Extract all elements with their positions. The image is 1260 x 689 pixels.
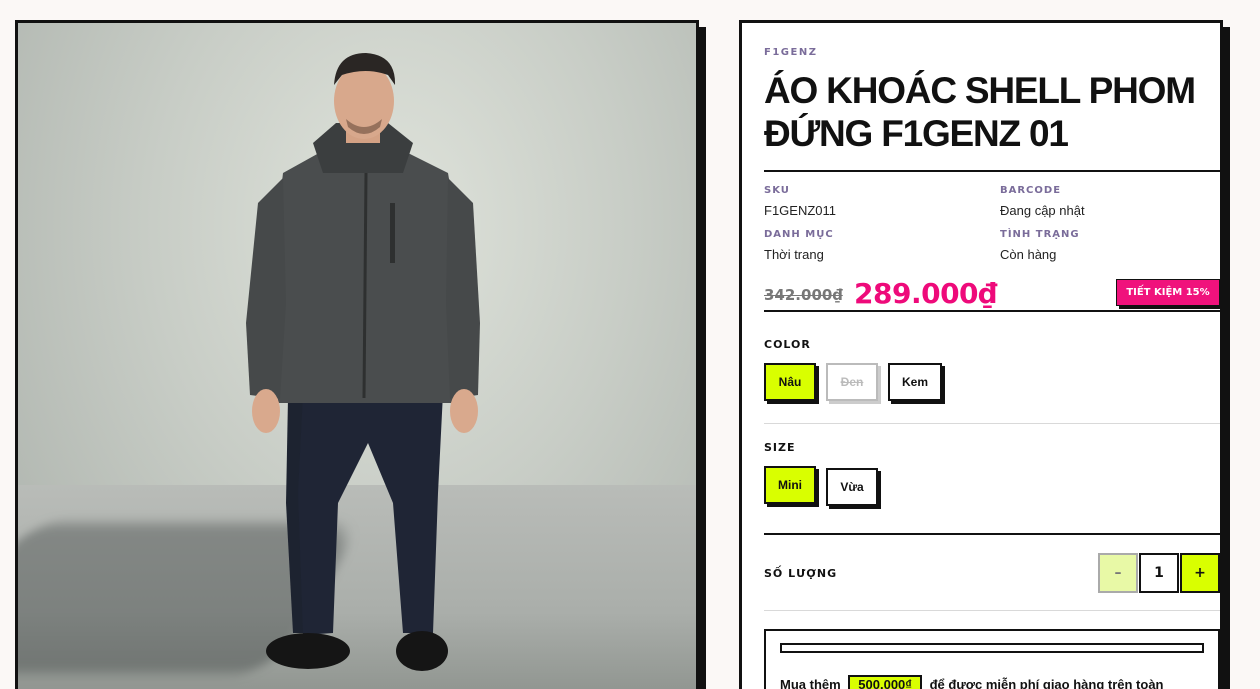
quantity-divider [764,610,1220,611]
title-divider [764,170,1220,172]
current-price: 289.000₫ [854,277,998,310]
sku-label: SKU [764,185,790,196]
quantity-decrease-button[interactable]: – [1098,553,1138,593]
category-label: DANH MỤC [764,229,834,240]
size-label: SIZE [764,441,796,454]
quantity-increase-button[interactable]: + [1180,553,1220,593]
price-divider [764,310,1220,312]
status-value: Còn hàng [1000,247,1057,262]
shipping-prefix: Mua thêm [780,677,841,689]
barcode-value: Đang cập nhật [1000,203,1085,218]
barcode-label: BARCODE [1000,185,1062,196]
product-info-panel: F1GENZ ÁO KHOÁC SHELL PHOM ĐỨNG F1GENZ 0… [739,20,1223,689]
color-option-nau[interactable]: Nâu [764,363,816,401]
color-option-den[interactable]: Đen [826,363,878,401]
color-label: COLOR [764,338,811,351]
product-title: ÁO KHOÁC SHELL PHOM ĐỨNG F1GENZ 01 [764,70,1196,154]
free-shipping-box: Mua thêm 500.000₫ để được miễn phí giao … [764,629,1220,689]
free-shipping-progress-bar [780,643,1204,653]
quantity-input[interactable]: 1 [1139,553,1179,593]
brand-label[interactable]: F1GENZ [764,47,817,58]
quantity-label: SỐ LƯỢNG [764,567,838,580]
color-divider [764,423,1220,424]
status-label: TÌNH TRẠNG [1000,229,1080,240]
size-option-mini[interactable]: Mini [764,466,816,504]
discount-badge: TIẾT KIỆM 15% [1116,279,1220,306]
size-divider [764,533,1220,535]
size-option-vua[interactable]: Vừa [826,468,878,506]
product-image[interactable] [15,20,699,689]
shipping-suffix: để được miễn phí giao hàng trên toàn [929,677,1164,689]
free-shipping-message: Mua thêm 500.000₫ để được miễn phí giao … [780,675,1164,689]
model-figure [246,53,480,671]
color-option-kem[interactable]: Kem [888,363,942,401]
category-value[interactable]: Thời trang [764,247,824,262]
shipping-amount: 500.000₫ [848,675,922,689]
old-price: 342.000₫ [764,286,843,304]
sku-value: F1GENZ011 [764,203,837,218]
